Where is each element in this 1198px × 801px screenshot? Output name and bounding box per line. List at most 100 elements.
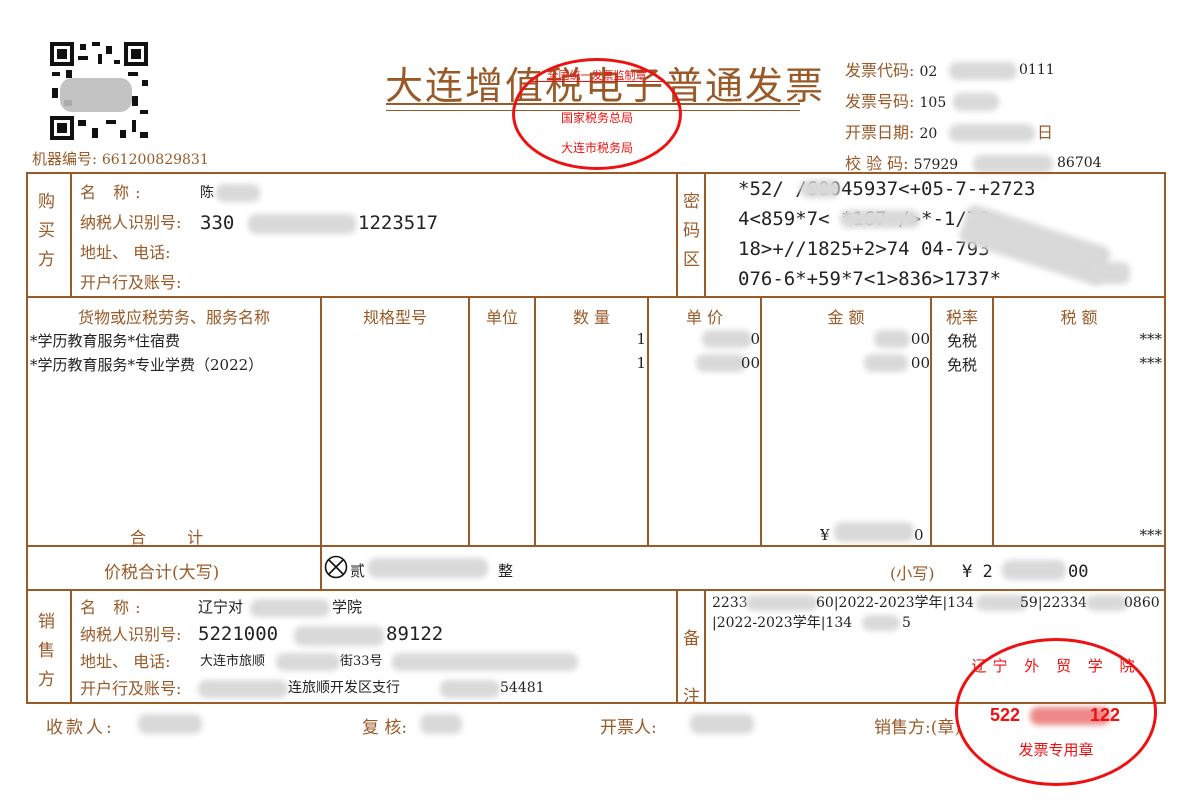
buyer-name-label: 名 称:: [80, 183, 147, 202]
item-1-name: *学历教育服务*住宿费: [30, 332, 181, 350]
machine-number-value: 661200829831: [101, 152, 209, 168]
seller-bank-label: 开户行及账号:: [80, 679, 182, 698]
cipher-label-3: 区: [683, 250, 700, 270]
seller-stamp-number-head: 522: [990, 705, 1021, 725]
invoice-code-tail: 0111: [1019, 62, 1055, 78]
subtotal-amount-tail: 0: [914, 526, 924, 544]
footer-issuer: 开票人:: [600, 718, 657, 738]
remarks-line1-part3: 59|22334: [1020, 595, 1088, 611]
cipher-label-2: 码: [683, 221, 700, 241]
item-2-amount-tail: 00: [910, 354, 930, 372]
cipher-section-label: 密 码 区: [683, 188, 700, 275]
remarks-line2-part1: |2022-2023学年|134: [712, 615, 853, 631]
footer-payee: 收款人:: [46, 718, 115, 738]
issue-date-value: 20: [919, 126, 938, 142]
item-2-name: *学历教育服务*专业学费（2022）: [30, 356, 264, 374]
seller-label-3: 方: [38, 670, 55, 690]
seller-label-1: 销: [38, 612, 55, 632]
subtotal-label: 合 计: [130, 528, 222, 547]
buyer-tax-id-head: 330: [200, 212, 235, 234]
seller-stamp-number-tail: 122: [1090, 705, 1121, 725]
seller-tax-id-label: 纳税人识别号:: [80, 625, 182, 644]
seller-label-2: 售: [38, 641, 55, 661]
remarks-text: 2233 60|2022-2023学年|134 59|22334 0860 |2…: [712, 593, 1162, 633]
col-amount: 金 额: [827, 308, 865, 327]
check-code-value: 57929: [913, 157, 959, 173]
seller-tax-id-tail: 89122: [386, 623, 444, 645]
stamp-bottom-text: 大连市税务局: [560, 141, 633, 155]
seller-bank-mid: 连旅顺开发区支行: [288, 680, 400, 696]
item-2-qty: 1: [636, 354, 646, 372]
stamp-middle-text: 国家税务总局: [560, 111, 633, 125]
seller-name-label: 名 称:: [80, 598, 147, 617]
buyer-label-2: 买: [38, 221, 55, 241]
total-words-tail: 整: [498, 562, 514, 580]
seller-bank-tail: 54481: [500, 680, 545, 696]
seller-fields: 名 称: 辽宁对 学院 纳税人识别号: 5221000 89122 地址、 电话…: [80, 594, 675, 702]
item-1-rate: 免税: [946, 332, 977, 350]
cross-circle-icon: [324, 555, 348, 579]
col-tax: 税 额: [1060, 308, 1098, 327]
issue-date-label: 开票日期:: [845, 123, 915, 142]
seller-name-tail: 学院: [332, 598, 363, 616]
remarks-line1-part4: 0860: [1124, 595, 1160, 611]
total-words-head: 贰: [350, 562, 366, 580]
machine-number: 机器编号: 661200829831: [32, 148, 209, 169]
seller-stamp-label: 发票专用章: [1018, 741, 1094, 759]
seller-stamp-ring-text: 辽宁 外 贸 学 院: [971, 657, 1141, 675]
item-1-qty: 1: [636, 330, 646, 348]
subtotal-amount-prefix: ¥: [820, 526, 830, 544]
seller-invoice-stamp: 辽宁 外 贸 学 院 522 122 发票专用章: [955, 638, 1157, 786]
item-1-amount-tail: 00: [910, 330, 930, 348]
check-code-label: 校 验 码:: [845, 154, 909, 173]
remarks-line1-part1: 2233: [712, 595, 748, 611]
invoice-code-label: 发票代码:: [845, 61, 915, 80]
col-item: 货物或应税劳务、服务名称: [77, 308, 270, 327]
seller-address-tail: 街33号: [340, 654, 383, 669]
col-price: 单 价: [685, 308, 724, 327]
footer-seller-seal: 销售方:(章): [874, 718, 961, 738]
buyer-bank-label: 开户行及账号:: [80, 273, 182, 292]
seller-tax-id-head: 5221000: [198, 623, 279, 645]
cipher-label-1: 密: [683, 192, 700, 212]
seller-name-head: 辽宁对: [198, 598, 244, 616]
tax-bureau-stamp: 全国统一发票监制章 国家税务总局 大连市税务局: [512, 58, 682, 170]
seller-address-head: 大连市旅顺: [200, 654, 266, 669]
buyer-address-label: 地址、 电话:: [80, 243, 171, 262]
total-small-tail: 00: [1068, 562, 1089, 582]
subtotal-tax: ***: [1139, 526, 1163, 544]
invoice-number-value: 105: [919, 95, 947, 111]
col-qty: 数 量: [572, 308, 611, 327]
remarks-label-1: 备: [683, 629, 700, 649]
buyer-name-value: 陈: [200, 185, 214, 201]
remarks-line1-part2: 60|2022-2023学年|134: [816, 595, 974, 611]
item-2-tax: ***: [1139, 354, 1163, 372]
buyer-label-3: 方: [38, 250, 55, 270]
item-1-tax: ***: [1139, 330, 1163, 348]
footer-reviewer: 复 核:: [362, 718, 408, 738]
invoice-number-label: 发票号码:: [845, 92, 915, 111]
remarks-line2-part2: 5: [902, 615, 911, 631]
total-label: 价税合计(大写): [104, 563, 220, 583]
machine-number-label: 机器编号:: [32, 150, 98, 168]
col-spec: 规格型号: [362, 308, 427, 327]
buyer-tax-id-tail: 1223517: [358, 212, 439, 234]
col-unit: 单位: [485, 308, 518, 327]
issue-date-tail: 日: [1037, 123, 1054, 142]
seller-address-label: 地址、 电话:: [80, 652, 171, 671]
qr-code: [48, 40, 150, 142]
buyer-tax-id-label: 纳税人识别号:: [80, 213, 182, 232]
item-2-rate: 免税: [946, 356, 977, 374]
cipher-line-4: 076-6*+59*7<1>836>1737*: [738, 268, 1002, 290]
invoice-code-value: 02: [919, 64, 938, 80]
buyer-label-1: 购: [38, 192, 55, 212]
item-2-price-tail: 00: [740, 354, 760, 372]
seller-section-label: 销 售 方: [38, 608, 55, 695]
col-rate: 税率: [945, 308, 978, 327]
remarks-section-label: 备 注: [683, 610, 700, 726]
buyer-section-label: 购 买 方: [38, 188, 55, 275]
total-small-label: (小写): [890, 564, 935, 583]
item-1-price-tail: 0: [750, 330, 760, 348]
header-info: 发票代码: 02 0111 发票号码: 105 开票日期: 20 日 校 验 码…: [845, 56, 1102, 180]
cipher-line-1: *52/ /60045937<+05-7-+2723: [738, 178, 1036, 200]
